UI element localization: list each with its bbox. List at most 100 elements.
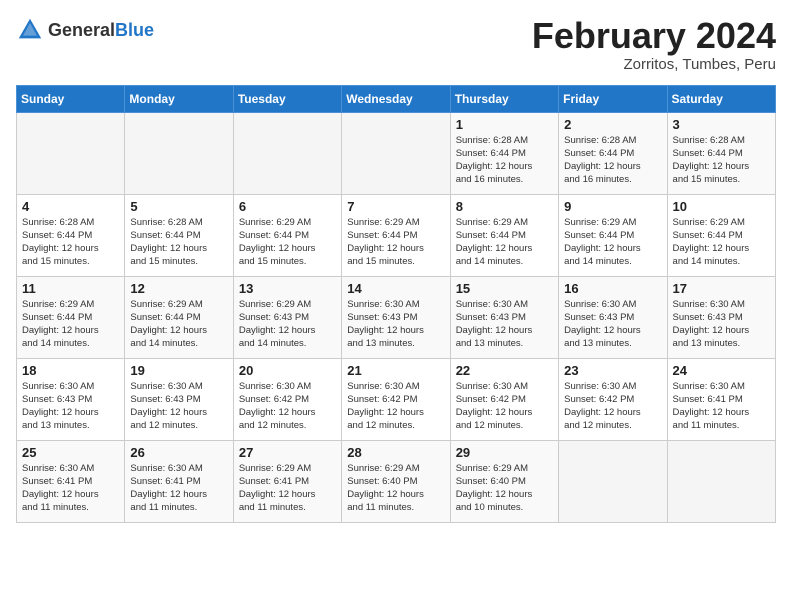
day-number: 13 (239, 281, 336, 296)
calendar-day-cell: 21 Sunrise: 6:30 AM Sunset: 6:42 PM Dayli… (342, 358, 450, 440)
calendar-week-row: 4Sunrise: 6:28 AM Sunset: 6:44 PM Daylig… (17, 194, 776, 276)
day-info: Sunrise: 6:30 AM Sunset: 6:42 PM Dayligh… (347, 380, 444, 433)
calendar-day-cell: 9Sunrise: 6:29 AM Sunset: 6:44 PM Daylig… (559, 194, 667, 276)
day-info: Sunrise: 6:29 AM Sunset: 6:44 PM Dayligh… (239, 216, 336, 269)
calendar-day-cell (233, 112, 341, 194)
day-info: Sunrise: 6:29 AM Sunset: 6:40 PM Dayligh… (347, 462, 444, 515)
day-number: 8 (456, 199, 553, 214)
calendar-day-cell (342, 112, 450, 194)
calendar-day-cell: 11Sunrise: 6:29 AM Sunset: 6:44 PM Dayli… (17, 276, 125, 358)
calendar-day-cell: 20 Sunrise: 6:30 AM Sunset: 6:42 PM Dayli… (233, 358, 341, 440)
calendar-body: 1Sunrise: 6:28 AM Sunset: 6:44 PM Daylig… (17, 112, 776, 522)
day-info: Sunrise: 6:28 AM Sunset: 6:44 PM Dayligh… (130, 216, 227, 269)
calendar-day-cell: 4Sunrise: 6:28 AM Sunset: 6:44 PM Daylig… (17, 194, 125, 276)
calendar-day-cell: 1Sunrise: 6:28 AM Sunset: 6:44 PM Daylig… (450, 112, 558, 194)
calendar-day-cell: 12 Sunrise: 6:29 AM Sunset: 6:44 PM Dayli… (125, 276, 233, 358)
day-info: Sunrise: 6:30 AM Sunset: 6:43 PM Dayligh… (456, 298, 553, 351)
calendar-day-cell (17, 112, 125, 194)
calendar-week-row: 11Sunrise: 6:29 AM Sunset: 6:44 PM Dayli… (17, 276, 776, 358)
calendar-day-cell: 18 Sunrise: 6:30 AM Sunset: 6:43 PM Dayli… (17, 358, 125, 440)
day-number: 29 (456, 445, 553, 460)
weekday-header-cell: Friday (559, 85, 667, 112)
day-number: 15 (456, 281, 553, 296)
day-info: Sunrise: 6:30 AM Sunset: 6:41 PM Dayligh… (673, 380, 770, 433)
weekday-header-cell: Thursday (450, 85, 558, 112)
day-number: 17 (673, 281, 770, 296)
day-info: Sunrise: 6:28 AM Sunset: 6:44 PM Dayligh… (22, 216, 119, 269)
day-number: 10 (673, 199, 770, 214)
day-info: Sunrise: 6:29 AM Sunset: 6:44 PM Dayligh… (22, 298, 119, 351)
calendar-day-cell: 23Sunrise: 6:30 AM Sunset: 6:42 PM Dayli… (559, 358, 667, 440)
day-number: 19 (130, 363, 227, 378)
logo-icon (16, 16, 44, 44)
day-info: Sunrise: 6:29 AM Sunset: 6:44 PM Dayligh… (347, 216, 444, 269)
day-number: 7 (347, 199, 444, 214)
page-header: GeneralBlue February 2024 Zorritos, Tumb… (16, 16, 776, 73)
calendar-day-cell (125, 112, 233, 194)
calendar-day-cell: 27 Sunrise: 6:29 AM Sunset: 6:41 PM Dayli… (233, 440, 341, 522)
calendar-day-cell: 6 Sunrise: 6:29 AM Sunset: 6:44 PM Daylig… (233, 194, 341, 276)
calendar-day-cell: 22 Sunrise: 6:30 AM Sunset: 6:42 PM Dayli… (450, 358, 558, 440)
day-number: 12 (130, 281, 227, 296)
day-info: Sunrise: 6:28 AM Sunset: 6:44 PM Dayligh… (456, 134, 553, 187)
weekday-header-cell: Saturday (667, 85, 775, 112)
location-title: Zorritos, Tumbes, Peru (532, 56, 776, 73)
calendar-day-cell (667, 440, 775, 522)
weekday-header-cell: Wednesday (342, 85, 450, 112)
day-number: 27 (239, 445, 336, 460)
day-info: Sunrise: 6:29 AM Sunset: 6:41 PM Dayligh… (239, 462, 336, 515)
day-info: Sunrise: 6:30 AM Sunset: 6:43 PM Dayligh… (347, 298, 444, 351)
day-info: Sunrise: 6:28 AM Sunset: 6:44 PM Dayligh… (564, 134, 661, 187)
calendar-week-row: 1Sunrise: 6:28 AM Sunset: 6:44 PM Daylig… (17, 112, 776, 194)
day-info: Sunrise: 6:30 AM Sunset: 6:42 PM Dayligh… (239, 380, 336, 433)
day-info: Sunrise: 6:29 AM Sunset: 6:44 PM Dayligh… (673, 216, 770, 269)
day-info: Sunrise: 6:29 AM Sunset: 6:43 PM Dayligh… (239, 298, 336, 351)
calendar-day-cell: 14 Sunrise: 6:30 AM Sunset: 6:43 PM Dayli… (342, 276, 450, 358)
calendar-day-cell: 29 Sunrise: 6:29 AM Sunset: 6:40 PM Dayli… (450, 440, 558, 522)
day-info: Sunrise: 6:28 AM Sunset: 6:44 PM Dayligh… (673, 134, 770, 187)
day-number: 22 (456, 363, 553, 378)
day-number: 3 (673, 117, 770, 132)
weekday-header-cell: Sunday (17, 85, 125, 112)
weekday-header-cell: Monday (125, 85, 233, 112)
calendar-day-cell: 10 Sunrise: 6:29 AM Sunset: 6:44 PM Dayli… (667, 194, 775, 276)
day-info: Sunrise: 6:30 AM Sunset: 6:43 PM Dayligh… (130, 380, 227, 433)
day-number: 28 (347, 445, 444, 460)
day-number: 26 (130, 445, 227, 460)
calendar-day-cell: 15 Sunrise: 6:30 AM Sunset: 6:43 PM Dayli… (450, 276, 558, 358)
day-number: 20 (239, 363, 336, 378)
day-info: Sunrise: 6:29 AM Sunset: 6:44 PM Dayligh… (130, 298, 227, 351)
day-info: Sunrise: 6:30 AM Sunset: 6:43 PM Dayligh… (564, 298, 661, 351)
calendar-day-cell: 24 Sunrise: 6:30 AM Sunset: 6:41 PM Dayli… (667, 358, 775, 440)
day-info: Sunrise: 6:30 AM Sunset: 6:41 PM Dayligh… (130, 462, 227, 515)
calendar-day-cell: 19 Sunrise: 6:30 AM Sunset: 6:43 PM Dayli… (125, 358, 233, 440)
day-number: 21 (347, 363, 444, 378)
calendar-week-row: 18 Sunrise: 6:30 AM Sunset: 6:43 PM Dayli… (17, 358, 776, 440)
calendar-day-cell: 16Sunrise: 6:30 AM Sunset: 6:43 PM Dayli… (559, 276, 667, 358)
weekday-header-cell: Tuesday (233, 85, 341, 112)
calendar-day-cell: 7 Sunrise: 6:29 AM Sunset: 6:44 PM Daylig… (342, 194, 450, 276)
day-number: 24 (673, 363, 770, 378)
calendar-day-cell: 28 Sunrise: 6:29 AM Sunset: 6:40 PM Dayli… (342, 440, 450, 522)
calendar-day-cell: 3 Sunrise: 6:28 AM Sunset: 6:44 PM Daylig… (667, 112, 775, 194)
day-number: 18 (22, 363, 119, 378)
day-info: Sunrise: 6:30 AM Sunset: 6:42 PM Dayligh… (564, 380, 661, 433)
day-info: Sunrise: 6:30 AM Sunset: 6:42 PM Dayligh… (456, 380, 553, 433)
weekday-header-row: SundayMondayTuesdayWednesdayThursdayFrid… (17, 85, 776, 112)
day-number: 25 (22, 445, 119, 460)
calendar-day-cell (559, 440, 667, 522)
day-info: Sunrise: 6:30 AM Sunset: 6:43 PM Dayligh… (22, 380, 119, 433)
day-number: 6 (239, 199, 336, 214)
day-number: 9 (564, 199, 661, 214)
calendar-day-cell: 26 Sunrise: 6:30 AM Sunset: 6:41 PM Dayli… (125, 440, 233, 522)
title-block: February 2024 Zorritos, Tumbes, Peru (532, 16, 776, 73)
calendar-day-cell: 13 Sunrise: 6:29 AM Sunset: 6:43 PM Dayli… (233, 276, 341, 358)
month-year-title: February 2024 (532, 16, 776, 56)
logo-blue-text: Blue (115, 20, 154, 40)
calendar-week-row: 25 Sunrise: 6:30 AM Sunset: 6:41 PM Dayli… (17, 440, 776, 522)
day-info: Sunrise: 6:29 AM Sunset: 6:40 PM Dayligh… (456, 462, 553, 515)
logo: GeneralBlue (16, 16, 154, 44)
logo-general-text: General (48, 20, 115, 40)
day-number: 14 (347, 281, 444, 296)
day-number: 2 (564, 117, 661, 132)
